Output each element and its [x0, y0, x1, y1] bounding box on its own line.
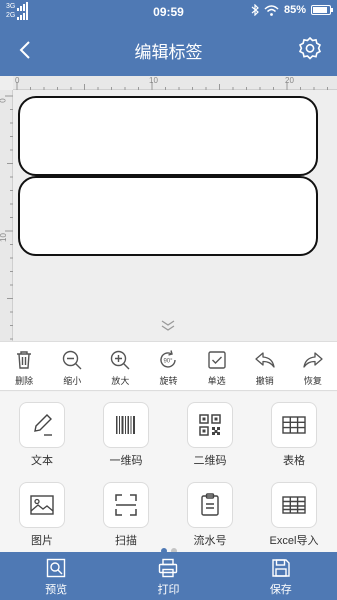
ruler-ticks	[5, 95, 13, 340]
trash-icon	[17, 351, 32, 369]
insert-label: 二维码	[193, 455, 227, 467]
printer-icon	[159, 558, 178, 578]
clipboard-icon	[201, 493, 219, 516]
bottom-label: 保存	[269, 584, 292, 596]
table-icon	[282, 416, 306, 434]
insert-table-button[interactable]: 表格	[252, 402, 336, 468]
insert-barcode-button[interactable]: 一维码	[84, 402, 168, 468]
insert-image-button[interactable]: 图片	[0, 482, 84, 548]
excel-import-button[interactable]: Excel导入	[252, 482, 336, 548]
toolbar-label: 删除	[15, 376, 34, 386]
delete-button[interactable]: 删除	[0, 342, 48, 390]
icon-box	[271, 482, 317, 528]
rotate-button[interactable]: 90° 旋转	[144, 342, 192, 390]
chevron-double-down-icon[interactable]	[160, 320, 176, 332]
status-bar: 3G 2G 09:59 85%	[0, 0, 337, 24]
edit-toolbar: 删除 缩小 放大 90° 旋转 单选 撤销 恢复	[0, 341, 337, 391]
zoom-out-button[interactable]: 缩小	[48, 342, 96, 390]
label-block-2[interactable]	[18, 176, 318, 256]
bluetooth-icon	[251, 4, 259, 16]
status-right: 85%	[251, 4, 333, 16]
barcode-icon	[116, 416, 135, 434]
ruler-vertical: 0 10	[0, 90, 13, 341]
ruler-mark: 0	[15, 76, 20, 85]
ruler-mark: 0	[0, 98, 8, 102]
bottom-label: 打印	[157, 584, 180, 596]
bottom-action-bar: 预览 打印 保存	[0, 552, 337, 600]
toolbar-label: 恢复	[303, 376, 322, 386]
wifi-icon	[264, 4, 279, 16]
ruler-mark: 10	[0, 233, 8, 242]
undo-button[interactable]: 撤销	[241, 342, 289, 390]
zoom-in-icon	[111, 350, 130, 370]
preview-icon	[46, 558, 66, 578]
undo-icon	[255, 352, 275, 368]
text-edit-icon	[34, 414, 52, 436]
icon-box	[271, 402, 317, 448]
battery-icon	[311, 5, 333, 15]
zoom-in-button[interactable]: 放大	[96, 342, 144, 390]
scan-button[interactable]: 扫描	[84, 482, 168, 548]
label-canvas[interactable]: 0 10 20 0 10	[0, 76, 337, 341]
insert-label: 文本	[31, 455, 53, 467]
redo-icon	[303, 352, 323, 368]
preview-button[interactable]: 预览	[0, 552, 112, 600]
save-icon	[272, 559, 290, 577]
app-header: 编辑标签	[0, 24, 337, 76]
rotate-badge: 90°	[164, 359, 174, 365]
toolbar-label: 撤销	[255, 376, 274, 386]
icon-box	[103, 402, 149, 448]
insert-serial-button[interactable]: 流水号	[168, 482, 252, 548]
bottom-label: 预览	[45, 584, 68, 596]
print-button[interactable]: 打印	[112, 552, 224, 600]
zoom-out-icon	[63, 350, 82, 370]
top-bar: 3G 2G 09:59 85% 编辑标签	[0, 0, 337, 76]
label-block-1[interactable]	[18, 96, 318, 176]
checkbox-icon	[207, 351, 226, 369]
gear-icon[interactable]	[297, 36, 323, 62]
rotate-icon: 90°	[160, 350, 177, 368]
page-title: 编辑标签	[134, 43, 203, 62]
ruler-horizontal: 0 10 20	[13, 76, 337, 90]
insert-label: 一维码	[109, 455, 143, 467]
icon-box	[103, 482, 149, 528]
qrcode-icon	[199, 414, 221, 436]
toolbar-label: 单选	[207, 376, 226, 386]
ruler-mark: 20	[285, 76, 294, 85]
save-button[interactable]: 保存	[225, 552, 337, 600]
toolbar-label: 旋转	[159, 376, 178, 386]
insert-qrcode-button[interactable]: 二维码	[168, 402, 252, 468]
battery-percent: 85%	[283, 4, 306, 16]
redo-button[interactable]: 恢复	[289, 342, 337, 390]
image-icon	[30, 495, 54, 515]
insert-panel: 文本 一维码 二维码 表格 图片 扫描 流水号 Excel导入	[0, 392, 337, 554]
icon-box	[19, 482, 65, 528]
scan-icon	[115, 494, 137, 516]
insert-label: 表格	[283, 455, 305, 467]
icon-box	[187, 482, 233, 528]
insert-text-button[interactable]: 文本	[0, 402, 84, 468]
toolbar-label: 放大	[111, 376, 130, 386]
icon-box	[187, 402, 233, 448]
single-select-button[interactable]: 单选	[193, 342, 241, 390]
excel-table-icon	[282, 496, 306, 514]
icon-box	[19, 402, 65, 448]
toolbar-label: 缩小	[63, 376, 82, 386]
ruler-mark: 10	[149, 76, 158, 85]
